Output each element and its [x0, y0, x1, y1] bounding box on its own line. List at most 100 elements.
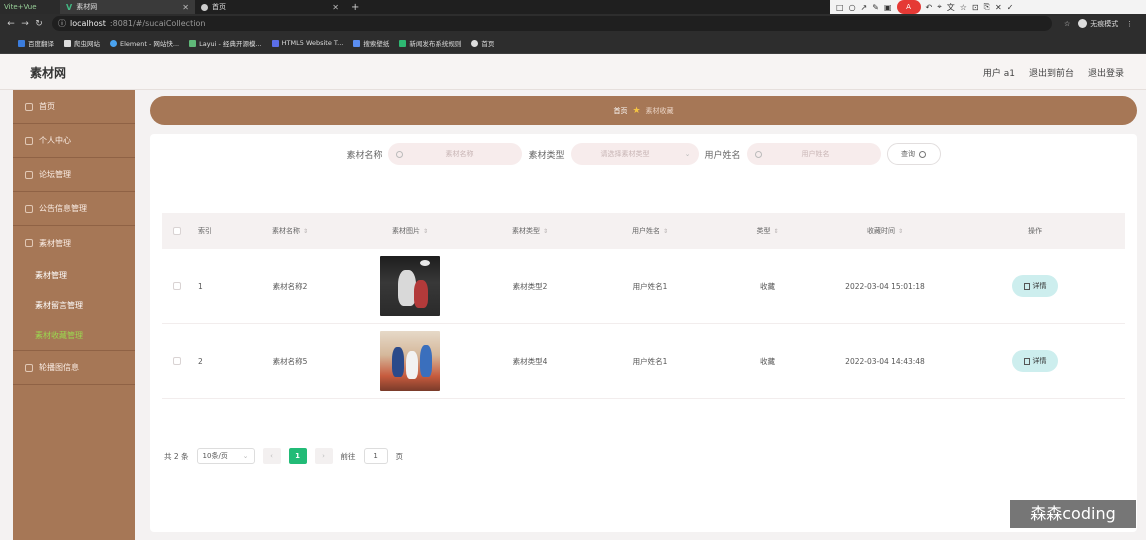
browser-tab-inactive[interactable]: 首页 ✕	[195, 0, 345, 14]
sort-icon[interactable]: ⇕	[543, 228, 548, 235]
goto-page-input[interactable]: 1	[363, 448, 388, 464]
logout-link[interactable]: 退出登录	[1088, 66, 1124, 79]
save-icon[interactable]: ⊡	[972, 3, 979, 12]
incognito-badge[interactable]: 无痕模式	[1078, 19, 1118, 29]
info-icon[interactable]: ⓘ	[58, 18, 66, 29]
row-checkbox[interactable]	[162, 324, 192, 398]
row-material-name: 素材名称5	[272, 356, 308, 366]
sort-icon[interactable]: ⇕	[898, 228, 903, 235]
page-size-select[interactable]: 10条/页 ⌄	[196, 448, 255, 464]
bookmark-item[interactable]: 爬虫网站	[64, 38, 100, 48]
sidebar-item-home[interactable]: 首页	[13, 90, 135, 124]
bookmark-item[interactable]: Element - 网站快...	[110, 38, 179, 48]
record-icon[interactable]: A	[896, 0, 921, 14]
bookmark-item[interactable]: 新闻发布系统规则	[399, 38, 461, 48]
sidebar-item-profile[interactable]: 个人中心	[13, 124, 135, 158]
address-bar: ← → ↻ ⓘ localhost:8081/#/sucaiCollection…	[0, 14, 1146, 33]
breadcrumb-home[interactable]: 首页	[613, 106, 627, 116]
bookmark-item[interactable]: 搜索壁纸	[353, 38, 389, 48]
checkbox-icon	[173, 282, 181, 290]
next-page-button[interactable]: ›	[314, 448, 333, 464]
detail-button[interactable]: 详情	[1012, 350, 1058, 372]
detail-button[interactable]: 详情	[1012, 275, 1058, 297]
pen-tool-icon[interactable]: ✎	[872, 3, 879, 12]
collection-table: 索引 素材名称 ⇕ 素材图片 ⇕ 素材类型 ⇕ 用户姓名 ⇕ 类型 ⇕ 收藏时间 ⇕ 操作 …	[162, 213, 1125, 399]
circle-tool-icon[interactable]: ○	[849, 3, 856, 12]
arrow-tool-icon[interactable]: ↗	[861, 3, 868, 12]
reload-icon[interactable]: ↻	[32, 19, 46, 29]
bookmark-item[interactable]: HTML5 Website T...	[271, 39, 344, 47]
content-card: 素材名称 素材名称 素材类型 请选择素材类型 ⌄ 用户姓名 用户姓名 查询 索引…	[150, 134, 1137, 532]
bookmark-label: Element - 网站快...	[120, 40, 180, 48]
row-checkbox[interactable]	[162, 249, 192, 323]
back-to-front-link[interactable]: 退出到前台	[1029, 66, 1074, 79]
sidebar-item-material[interactable]: 素材管理	[13, 226, 135, 260]
material-type-select[interactable]: 请选择素材类型 ⌄	[570, 143, 699, 165]
col-label: 素材名称	[271, 227, 300, 235]
sort-icon[interactable]: ⇕	[773, 228, 778, 235]
url-host: localhost	[70, 19, 106, 28]
submenu-item-material-collection[interactable]: 素材收藏管理	[13, 320, 135, 350]
col-material-name[interactable]: 素材名称 ⇕	[230, 213, 350, 249]
mosaic-tool-icon[interactable]: ▣	[884, 3, 892, 12]
prev-page-button[interactable]: ‹	[262, 448, 281, 464]
browser-tab-active[interactable]: V 素材网 ✕	[60, 0, 195, 14]
close-icon[interactable]: ✕	[332, 3, 339, 12]
submenu-item-material-comments[interactable]: 素材留言管理	[13, 290, 135, 320]
close-icon[interactable]: ✕	[182, 3, 189, 12]
document-icon	[1023, 282, 1030, 290]
sidebar-item-label: 轮播图信息	[39, 363, 79, 372]
dev-tab-label[interactable]: Vite+Vue	[0, 0, 60, 14]
copy-icon[interactable]: ⎘	[984, 2, 990, 12]
col-kind[interactable]: 类型 ⇕	[710, 213, 825, 249]
col-label: 素材类型	[511, 227, 540, 235]
sort-icon[interactable]: ⇕	[663, 228, 668, 235]
sort-icon[interactable]: ⇕	[423, 228, 428, 235]
more-menu-icon[interactable]: ⋮	[1126, 20, 1133, 28]
sort-icon[interactable]: ⇕	[303, 228, 308, 235]
pin-icon[interactable]: ⌖	[937, 2, 942, 12]
user-name-input[interactable]: 用户姓名	[746, 143, 881, 165]
query-button[interactable]: 查询	[886, 143, 941, 165]
new-tab-icon[interactable]: +	[345, 2, 365, 13]
col-collect-time[interactable]: 收藏时间 ⇕	[825, 213, 945, 249]
player-shape	[392, 347, 404, 377]
material-name-input[interactable]: 素材名称	[388, 143, 523, 165]
bookmark-label: 百度翻译	[28, 40, 54, 48]
cancel-icon[interactable]: ✕	[995, 3, 1002, 12]
back-icon[interactable]: ←	[4, 19, 18, 29]
row-material-image[interactable]	[350, 324, 470, 398]
search-icon	[396, 150, 404, 158]
forward-icon[interactable]: →	[18, 19, 32, 29]
total-count: 共 2 条	[164, 451, 189, 461]
page-number-button[interactable]: 1	[288, 448, 307, 464]
basketball-photo	[380, 331, 440, 391]
bookmark-item[interactable]: 百度翻译	[18, 38, 54, 48]
sidebar-item-notice[interactable]: 公告信息管理	[13, 192, 135, 226]
bookmark-star-icon[interactable]: ☆	[1064, 20, 1070, 28]
col-material-image[interactable]: 素材图片 ⇕	[350, 213, 470, 249]
player-shape	[414, 280, 428, 308]
incognito-icon	[1078, 19, 1088, 28]
checkbox-icon	[173, 227, 181, 235]
bookmark-label: HTML5 Website T...	[281, 39, 344, 47]
select-all-checkbox[interactable]	[162, 213, 192, 249]
material-type-label: 素材类型	[528, 150, 565, 161]
bookmark-item[interactable]: 首页	[471, 38, 494, 48]
submenu-item-material[interactable]: 素材管理	[13, 260, 135, 290]
bookmark-item[interactable]: Layui - 经典开源模...	[189, 38, 262, 48]
bookmarks-bar: 百度翻译 爬虫网站 Element - 网站快... Layui - 经典开源模…	[0, 33, 1146, 54]
col-material-type[interactable]: 素材类型 ⇕	[470, 213, 590, 249]
text-tool-icon[interactable]: 文	[947, 2, 955, 13]
sidebar-item-carousel[interactable]: 轮播图信息	[13, 351, 135, 385]
col-user-name[interactable]: 用户姓名 ⇕	[590, 213, 710, 249]
confirm-icon[interactable]: ✓	[1007, 3, 1014, 12]
watermark: 森森coding	[1010, 500, 1136, 528]
rectangle-tool-icon[interactable]: □	[836, 3, 844, 12]
star-tool-icon[interactable]: ☆	[960, 3, 967, 12]
url-field[interactable]: ⓘ localhost:8081/#/sucaiCollection	[52, 16, 1052, 31]
main-content: 首页 ★ 素材收藏 素材名称 素材名称 素材类型 请选择素材类型 ⌄ 用户姓名 …	[135, 90, 1146, 540]
row-material-image[interactable]	[350, 249, 470, 323]
undo-icon[interactable]: ↶	[926, 3, 933, 12]
sidebar-item-forum[interactable]: 论坛管理	[13, 158, 135, 192]
